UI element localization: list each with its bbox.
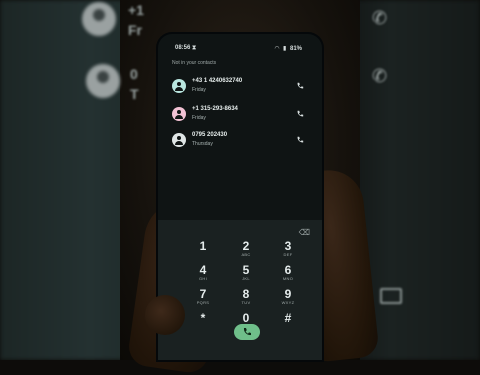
background-text-4: T — [130, 86, 139, 102]
dialpad-digit: * — [200, 311, 206, 325]
contact-avatar-icon — [172, 133, 186, 147]
call-day: Friday — [192, 87, 206, 93]
section-header: Not in your contacts — [172, 60, 217, 66]
dialpad-letters: WXYZ — [281, 300, 295, 305]
dialpad-key[interactable]: 5 JKL — [231, 264, 261, 281]
dialpad-digit: 5 — [242, 263, 250, 277]
dialpad-letters: JKL — [242, 276, 250, 281]
call-phone-icon[interactable] — [296, 136, 304, 144]
dialpad-key[interactable]: 7 PQRS — [188, 288, 218, 305]
dialpad-key[interactable]: 3 DEF — [273, 240, 303, 257]
dialpad-key[interactable]: 1 — [188, 240, 218, 252]
dialpad-letters: DEF — [283, 252, 293, 257]
dialpad-letters: GHI — [198, 276, 207, 281]
call-log-entry[interactable]: +1 315-293-8634 Friday — [170, 103, 316, 131]
backspace-icon[interactable]: ⌫ — [299, 228, 310, 237]
dialpad-key[interactable]: 8 TUV — [231, 288, 261, 305]
call-button[interactable] — [234, 324, 260, 340]
dialpad-digit: 7 — [199, 287, 207, 301]
status-right-group: ◠ ▮ 81% — [273, 45, 302, 52]
background-text-2: Fr — [128, 22, 142, 38]
dialpad-key[interactable]: # — [273, 312, 303, 324]
call-day: Thursday — [192, 141, 213, 147]
dialpad-digit: 2 — [242, 239, 250, 253]
dialpad-key[interactable]: 9 WXYZ — [273, 288, 303, 305]
background-text-3: 0 — [130, 66, 138, 82]
dialpad-key[interactable]: 6 MNO — [273, 264, 303, 281]
background-backspace-icon — [380, 288, 402, 304]
background-phone-icon: ✆ — [372, 8, 388, 28]
dialpad-digit: 0 — [242, 311, 250, 325]
dialpad-digit: 1 — [199, 239, 207, 253]
dialpad-digit: 6 — [284, 263, 292, 277]
signal-icon: ▮ — [283, 46, 287, 52]
dialpad-letters: ABC — [241, 252, 251, 257]
call-number: +43 1 4240632740 — [192, 78, 243, 84]
dialpad-digit: 9 — [284, 287, 292, 301]
contact-avatar-icon — [172, 79, 186, 93]
status-bar: 08:56 ⧗ ◠ ▮ 81% — [158, 42, 322, 54]
dialpad-letters: PQRS — [196, 300, 210, 305]
background-avatar-icon — [86, 64, 120, 98]
dialpad-letters: MNO — [282, 276, 294, 281]
left-thumb — [145, 295, 185, 335]
dialpad-digit: 8 — [242, 287, 250, 301]
hourglass-icon: ⧗ — [192, 45, 197, 51]
dialpad-digit: # — [284, 311, 292, 325]
battery-text: 81% — [289, 46, 302, 52]
call-log-entry[interactable]: +43 1 4240632740 Friday — [170, 75, 316, 103]
dialpad-digit: 4 — [199, 263, 207, 277]
dialpad-digit: 3 — [284, 239, 292, 253]
dialpad-letters: TUV — [241, 300, 251, 305]
dialpad-key[interactable]: 2 ABC — [231, 240, 261, 257]
call-number: 0795 202430 — [192, 132, 228, 138]
dialpad-key[interactable]: * — [188, 312, 218, 324]
dialpad-key[interactable]: 4 GHI — [188, 264, 218, 281]
wifi-icon: ◠ — [274, 46, 280, 52]
status-time: 08:56 — [175, 45, 191, 51]
background-avatar-icon — [82, 2, 116, 36]
call-log-entry[interactable]: 0795 202430 Thursday — [170, 129, 316, 157]
call-day: Friday — [192, 115, 206, 121]
call-number: +1 315-293-8634 — [192, 106, 238, 112]
call-button-phone-icon — [243, 328, 251, 336]
background-text-1: +1 — [128, 2, 144, 18]
call-phone-icon[interactable] — [296, 82, 304, 90]
call-phone-icon[interactable] — [296, 110, 304, 118]
background-phone-icon: ✆ — [372, 66, 388, 86]
contact-avatar-icon — [172, 107, 186, 121]
